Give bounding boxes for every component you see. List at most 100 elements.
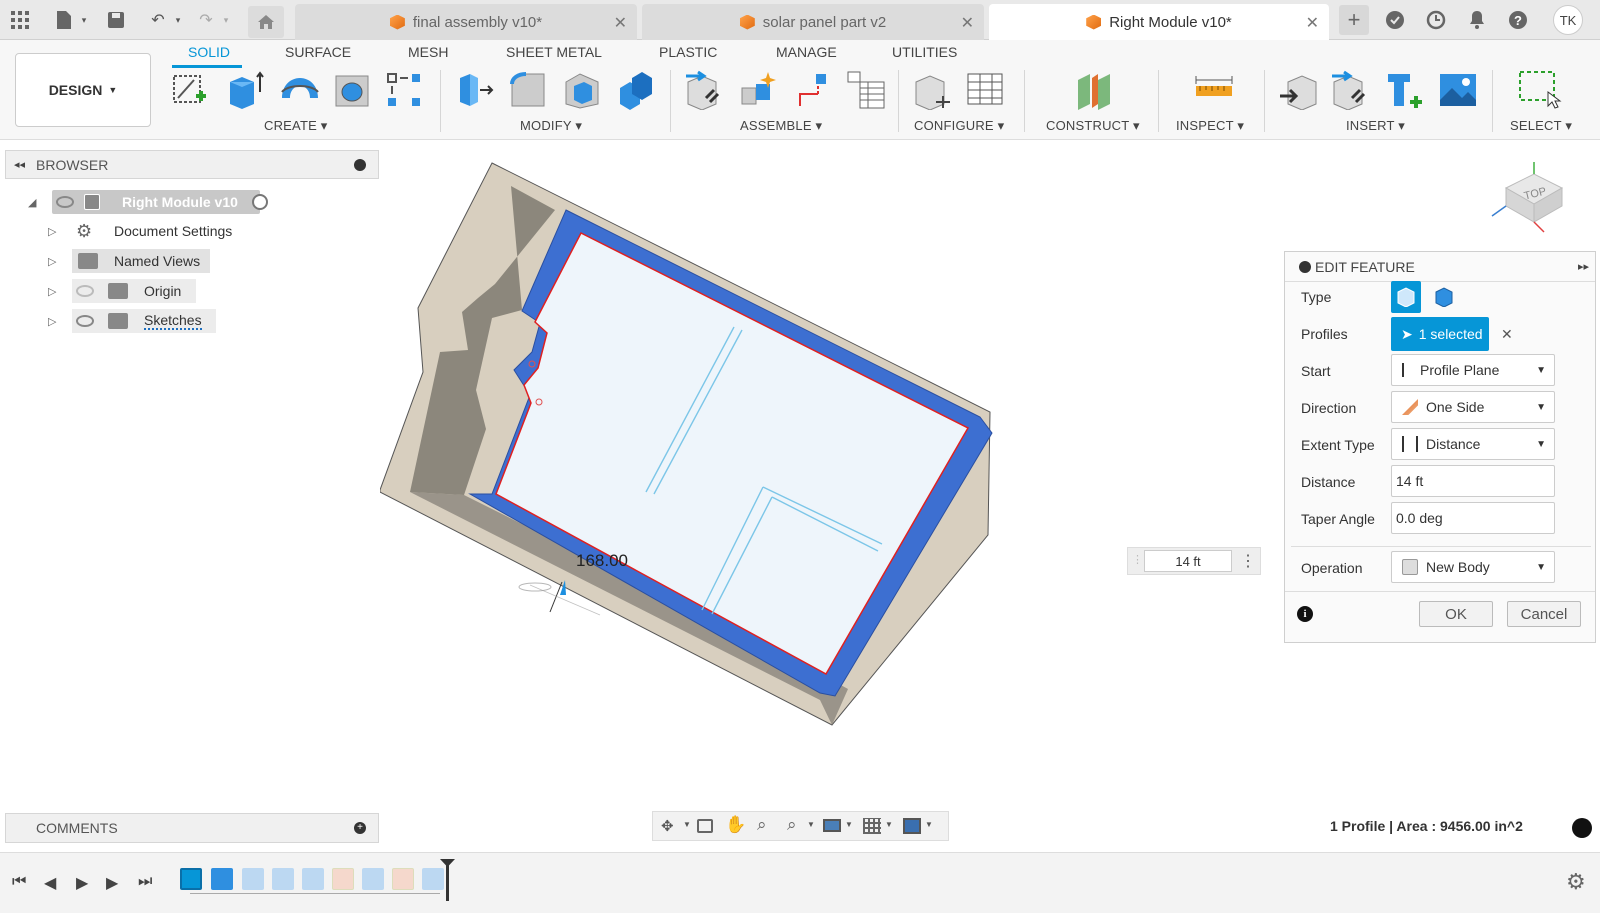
tab-plastic[interactable]: PLASTIC bbox=[659, 44, 717, 60]
timeline-marker-head[interactable] bbox=[440, 859, 455, 867]
timeline-feature[interactable] bbox=[242, 868, 264, 890]
tab-manage[interactable]: MANAGE bbox=[776, 44, 837, 60]
tab-surface[interactable]: SURFACE bbox=[285, 44, 351, 60]
measure-icon[interactable] bbox=[1194, 70, 1234, 110]
expand-panel-icon[interactable]: ▸▸ bbox=[1578, 260, 1589, 273]
grid-dropdown-icon[interactable]: ▼ bbox=[885, 820, 893, 829]
drag-handle-icon[interactable]: ⋮ bbox=[1132, 553, 1143, 566]
undo-dropdown-icon[interactable]: ▾ bbox=[166, 8, 190, 32]
viewcube[interactable]: TOP bbox=[1488, 160, 1564, 233]
tab-solid[interactable]: SOLID bbox=[188, 44, 230, 60]
distance-inline-input[interactable]: 14 ft bbox=[1144, 550, 1232, 572]
press-pull-icon[interactable] bbox=[454, 70, 494, 110]
step-back-icon[interactable]: ◀ bbox=[44, 873, 56, 893]
timeline-feature[interactable] bbox=[302, 868, 324, 890]
zoom-window-icon[interactable]: ⌕ bbox=[787, 815, 797, 835]
tab-right-module[interactable]: Right Module v10* ✕ bbox=[989, 4, 1329, 40]
tab-mesh[interactable]: MESH bbox=[408, 44, 448, 60]
pen-icon[interactable] bbox=[1572, 818, 1592, 838]
group-construct[interactable]: CONSTRUCT ▾ bbox=[1046, 118, 1140, 134]
browser-header[interactable]: ◂◂ BROWSER bbox=[5, 150, 379, 179]
offset-plane-icon[interactable] bbox=[1074, 70, 1114, 110]
insert-linked-icon[interactable] bbox=[1330, 70, 1370, 111]
tab-final-assembly[interactable]: final assembly v10* ✕ bbox=[295, 4, 637, 40]
add-comment-icon[interactable]: + bbox=[354, 822, 366, 834]
viewports-icon[interactable] bbox=[903, 818, 921, 834]
insert-canvas-icon[interactable] bbox=[1438, 70, 1478, 110]
tree-item-named-views[interactable]: ▷ Named Views bbox=[44, 249, 244, 273]
plus-icon[interactable]: + bbox=[1339, 5, 1369, 35]
tree-item-sketches[interactable]: ▷ Sketches bbox=[44, 309, 244, 333]
taper-angle-input[interactable]: 0.0 deg bbox=[1391, 502, 1555, 534]
grid-settings-icon[interactable] bbox=[863, 818, 881, 834]
step-forward-icon[interactable]: ▶ bbox=[106, 873, 118, 893]
close-icon[interactable]: ✕ bbox=[961, 13, 974, 33]
save-icon[interactable] bbox=[104, 8, 128, 32]
eye-icon[interactable] bbox=[56, 196, 74, 208]
eye-hidden-icon[interactable] bbox=[76, 285, 94, 297]
comments-panel[interactable]: COMMENTS + bbox=[5, 813, 379, 843]
timeline-sketch-feature[interactable] bbox=[180, 868, 202, 890]
bill-of-materials-icon[interactable] bbox=[846, 70, 886, 110]
timeline-feature[interactable] bbox=[392, 868, 414, 890]
panel-minimize-icon[interactable] bbox=[1299, 260, 1311, 273]
close-icon[interactable]: ✕ bbox=[1306, 13, 1319, 33]
avatar[interactable]: TK bbox=[1553, 5, 1583, 35]
pan-icon[interactable]: ✋ bbox=[725, 815, 746, 835]
timeline-marker[interactable] bbox=[446, 861, 449, 901]
expand-triangle-icon[interactable]: ▷ bbox=[48, 285, 56, 298]
group-modify[interactable]: MODIFY ▾ bbox=[520, 118, 582, 134]
eye-icon[interactable] bbox=[76, 315, 94, 327]
orbit-icon[interactable]: ✥ bbox=[661, 817, 674, 835]
clear-selection-icon[interactable]: ✕ bbox=[1501, 326, 1513, 343]
zoom-icon[interactable]: ⌕ bbox=[757, 815, 767, 835]
info-icon[interactable]: i bbox=[1297, 606, 1313, 622]
orbit-dropdown-icon[interactable]: ▼ bbox=[683, 820, 691, 829]
pattern-icon[interactable] bbox=[384, 70, 424, 110]
new-component-icon[interactable] bbox=[684, 70, 724, 111]
expand-triangle-icon[interactable]: ▷ bbox=[48, 225, 56, 238]
type-thin-button[interactable] bbox=[1429, 281, 1459, 313]
go-to-start-icon[interactable]: ⏮ bbox=[12, 873, 26, 891]
timeline-extrude-feature[interactable] bbox=[211, 868, 233, 890]
go-to-end-icon[interactable]: ⏭ bbox=[138, 873, 152, 891]
extent-type-select[interactable]: Distance ▼ bbox=[1391, 428, 1555, 460]
redo-dropdown-icon[interactable]: ▾ bbox=[214, 8, 238, 32]
create-sketch-icon[interactable] bbox=[170, 70, 210, 110]
play-icon[interactable]: ▶ bbox=[76, 873, 88, 893]
notifications-icon[interactable] bbox=[1465, 8, 1489, 32]
group-create[interactable]: CREATE ▾ bbox=[264, 118, 328, 134]
fillet-icon[interactable] bbox=[508, 70, 548, 110]
timeline-feature[interactable] bbox=[422, 868, 444, 890]
tab-sheet-metal[interactable]: SHEET METAL bbox=[506, 44, 602, 60]
start-select[interactable]: Profile Plane ▼ bbox=[1391, 354, 1555, 386]
edit-feature-header[interactable]: EDIT FEATURE ▸▸ bbox=[1285, 252, 1595, 282]
hole-icon[interactable] bbox=[332, 70, 372, 110]
group-configure[interactable]: CONFIGURE ▾ bbox=[914, 118, 1004, 134]
joint-icon[interactable] bbox=[738, 70, 778, 110]
timeline-feature[interactable] bbox=[332, 868, 354, 890]
look-at-icon[interactable] bbox=[697, 819, 713, 833]
distance-input[interactable]: 14 ft bbox=[1391, 465, 1555, 497]
browser-minimize-icon[interactable] bbox=[354, 158, 366, 171]
more-options-icon[interactable]: ⋮ bbox=[1240, 551, 1256, 571]
activate-radio-icon[interactable] bbox=[252, 194, 268, 210]
viewports-dropdown-icon[interactable]: ▼ bbox=[925, 820, 933, 829]
tab-utilities[interactable]: UTILITIES bbox=[892, 44, 957, 60]
home-icon[interactable] bbox=[248, 6, 284, 38]
canvas-viewport[interactable]: 168.00 bbox=[379, 140, 1270, 800]
profiles-selection-button[interactable]: ➤ 1 selected bbox=[1391, 317, 1489, 351]
extensions-icon[interactable] bbox=[1383, 8, 1407, 32]
zoom-dropdown-icon[interactable]: ▼ bbox=[807, 820, 815, 829]
expand-triangle-icon[interactable]: ▷ bbox=[48, 255, 56, 268]
close-icon[interactable]: ✕ bbox=[614, 13, 627, 33]
configuration-table-icon[interactable] bbox=[966, 70, 1006, 110]
dimension-label[interactable]: 168.00 bbox=[576, 551, 628, 571]
workspace-switcher[interactable]: DESIGN ▼ bbox=[15, 53, 151, 127]
select-window-icon[interactable] bbox=[1518, 70, 1562, 110]
job-status-icon[interactable] bbox=[1424, 8, 1448, 32]
help-icon[interactable]: ? bbox=[1506, 8, 1530, 32]
tree-root[interactable]: ◢ Right Module v10 bbox=[24, 190, 284, 214]
insert-mcmaster-icon[interactable] bbox=[1384, 70, 1424, 110]
revolve-icon[interactable] bbox=[278, 70, 319, 110]
